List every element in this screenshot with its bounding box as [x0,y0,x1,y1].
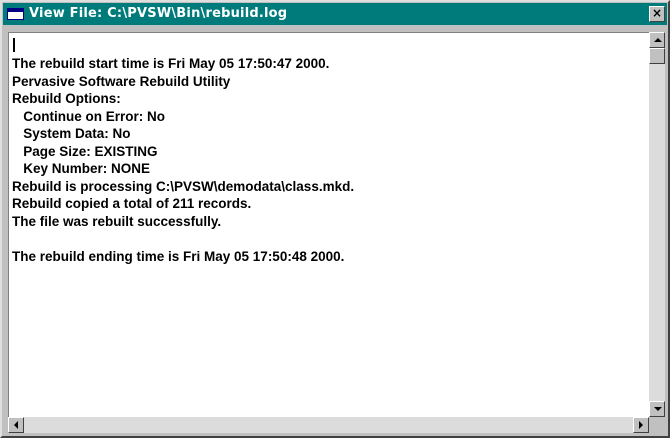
log-line: The rebuild start time is Fri May 05 17:… [12,56,330,71]
vertical-scrollbar[interactable] [649,32,665,417]
log-line: Continue on Error: No [12,108,165,124]
scrollbar-corner [649,417,665,433]
text-cursor [13,38,15,52]
scroll-up-arrow-icon [654,38,662,42]
log-line: The file was rebuilt successfully. [12,213,222,229]
log-line: Key Number: NONE [12,161,151,176]
log-line: Rebuild is processing C:\PVSW\demodata\c… [12,178,355,194]
log-line: Rebuild copied a total of 211 records. [12,196,252,211]
scroll-down-button[interactable] [649,401,665,417]
vertical-scroll-thumb[interactable] [649,48,665,64]
log-line: The rebuild ending time is Fri May 05 17… [12,248,345,264]
close-button[interactable]: × [649,6,665,22]
log-line: Pervasive Software Rebuild Utility [12,73,231,89]
log-lines: The rebuild start time is Fri May 05 17:… [12,55,354,265]
horizontal-scrollbar[interactable] [8,417,649,433]
scroll-left-button[interactable] [8,417,24,433]
title-bar[interactable]: View File: C:\PVSW\Bin\rebuild.log × [3,3,667,25]
scroll-down-arrow-icon [654,407,662,411]
scroll-left-arrow-icon [14,421,18,429]
log-line-blank [12,230,354,248]
log-line: System Data: No [12,126,131,141]
close-icon: × [651,6,663,20]
log-text-area[interactable]: The rebuild start time is Fri May 05 17:… [8,32,649,417]
log-line: Page Size: EXISTING [12,143,158,159]
window-icon[interactable] [7,8,24,20]
window-title: View File: C:\PVSW\Bin\rebuild.log [29,6,288,21]
scroll-right-button[interactable] [633,417,649,433]
log-line: Rebuild Options: [12,91,121,106]
scroll-up-button[interactable] [649,32,665,48]
scroll-right-arrow-icon [639,421,643,429]
